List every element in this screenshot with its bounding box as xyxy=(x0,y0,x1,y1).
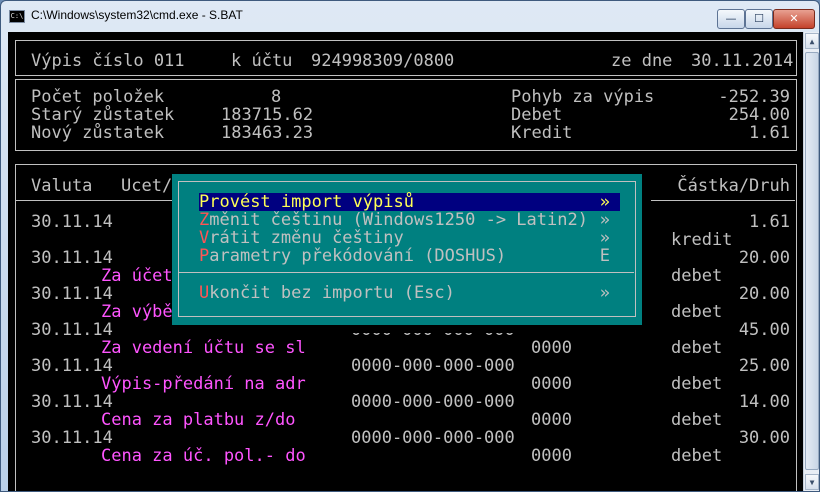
menu-item-label: rovést import výpisů xyxy=(209,192,414,212)
row-description: Cena za platbu z/do xyxy=(101,410,296,430)
row-account: 0000-000-000-000 xyxy=(351,392,515,412)
maximize-button[interactable]: ☐ xyxy=(745,9,773,29)
row-description: Cena za úč. pol.- do xyxy=(101,446,306,466)
row-date: 30.11.14 xyxy=(31,320,113,340)
cmd-app-icon[interactable]: C:\ xyxy=(9,10,25,23)
menu-item-shortcut: E xyxy=(599,246,610,266)
row-code: 0000 xyxy=(531,338,572,358)
row-amount: 20.00 xyxy=(738,248,790,268)
row-amount: 1.61 xyxy=(749,212,790,232)
row-type: debet xyxy=(671,410,723,430)
row-account: 0000-000-000-000 xyxy=(351,356,515,376)
console-area[interactable]: Výpis číslo 011 k účtu 924998309/0800 ze… xyxy=(8,32,803,491)
scrollbar-thumb[interactable] xyxy=(805,52,819,470)
menu-item-hotkey: P xyxy=(199,246,210,266)
row-date: 30.11.14 xyxy=(31,248,113,268)
scroll-down-icon[interactable]: ▼ xyxy=(805,474,819,490)
row-type: debet xyxy=(671,302,723,322)
row-type: debet xyxy=(671,446,723,466)
menu-item-encoding-parameters[interactable]: Parametry překódování (DOSHUS) E xyxy=(199,247,620,265)
menu-item-hotkey: P xyxy=(199,192,210,212)
row-amount: 30.00 xyxy=(738,428,790,448)
menu-item-label: rátit změnu češtiny xyxy=(209,228,404,248)
menu-separator xyxy=(178,272,634,273)
column-header-ucet: Ucet/ xyxy=(121,176,173,196)
row-date: 30.11.14 xyxy=(31,284,113,304)
row-code: 0000 xyxy=(531,374,572,394)
menu-item-label: měnit češtinu (Windows1250 -> Latin2) xyxy=(209,210,588,230)
statement-date: 30.11.2014 xyxy=(691,51,794,71)
scroll-up-icon[interactable]: ▲ xyxy=(805,33,819,49)
menu-item-label: končit bez importu (Esc) xyxy=(209,283,455,303)
close-button[interactable]: ✕ xyxy=(773,9,815,29)
row-description: Za výbě xyxy=(101,302,173,322)
column-header-amount: Částka/Druh xyxy=(677,176,790,196)
minimize-button[interactable]: — xyxy=(717,9,745,29)
menu-item-label: arametry překódování (DOSHUS) xyxy=(209,246,507,266)
submenu-arrow-icon: » xyxy=(599,283,610,303)
menu-item-change-encoding[interactable]: Změnit češtinu (Windows1250 -> Latin2) » xyxy=(199,211,620,229)
debit-label: Debet xyxy=(511,105,563,125)
account-number: 924998309/0800 xyxy=(311,51,455,71)
row-code: 0000 xyxy=(531,446,572,466)
row-description: Výpis-předání na adr xyxy=(101,374,306,394)
window-title: C:\Windows\system32\cmd.exe - S.BAT xyxy=(31,8,243,22)
old-balance-value: 183715.62 xyxy=(221,105,314,125)
row-date: 30.11.14 xyxy=(31,356,113,376)
row-type: kredit xyxy=(671,230,733,250)
row-account: 0000-000-000-000 xyxy=(351,428,515,448)
row-type: debet xyxy=(671,266,723,286)
statement-label: Výpis číslo 011 xyxy=(31,51,185,71)
movement-value: -252.39 xyxy=(718,87,790,107)
row-amount: 45.00 xyxy=(738,320,790,340)
row-date: 30.11.14 xyxy=(31,392,113,412)
account-label: k účtu xyxy=(231,51,293,71)
old-balance-label: Starý zůstatek xyxy=(31,105,175,125)
title-bar[interactable]: C:\ C:\Windows\system32\cmd.exe - S.BAT … xyxy=(1,1,819,31)
row-amount: 20.00 xyxy=(738,284,790,304)
count-value: 8 xyxy=(271,87,282,107)
console-window: C:\ C:\Windows\system32\cmd.exe - S.BAT … xyxy=(0,0,820,492)
new-balance-value: 183463.23 xyxy=(221,123,314,143)
submenu-arrow-icon: » xyxy=(599,210,610,230)
menu-item-exit[interactable]: Ukončit bez importu (Esc) » xyxy=(199,284,620,302)
movement-label: Pohyb za výpis xyxy=(511,87,655,107)
menu-item-hotkey: Z xyxy=(199,210,210,230)
submenu-arrow-icon: » xyxy=(599,192,610,212)
row-date: 30.11.14 xyxy=(31,212,113,232)
new-balance-label: Nový zůstatek xyxy=(31,123,165,143)
menu-item-hotkey: U xyxy=(199,283,210,303)
debit-value: 254.00 xyxy=(728,105,790,125)
row-code: 0000 xyxy=(531,410,572,430)
credit-label: Kredit xyxy=(511,123,573,143)
menu-shadow-bottom xyxy=(180,325,651,333)
row-amount: 25.00 xyxy=(738,356,790,376)
column-header-valuta: Valuta xyxy=(31,176,93,196)
menu-item-hotkey: V xyxy=(199,228,210,248)
count-label: Počet položek xyxy=(31,87,165,107)
menu-item-import[interactable]: Provést import výpisů » xyxy=(199,193,620,211)
row-type: debet xyxy=(671,374,723,394)
submenu-arrow-icon: » xyxy=(599,228,610,248)
menu-shadow-right xyxy=(642,182,651,333)
credit-value: 1.61 xyxy=(749,123,790,143)
vertical-scrollbar[interactable]: ▲ ▼ xyxy=(803,32,819,491)
row-description: Za účet xyxy=(101,266,173,286)
import-menu: Provést import výpisů » Změnit češtinu (W… xyxy=(172,174,642,325)
row-amount: 14.00 xyxy=(738,392,790,412)
menu-item-revert-encoding[interactable]: Vrátit změnu češtiny » xyxy=(199,229,620,247)
row-description: Za vedení účtu se sl xyxy=(101,338,306,358)
row-date: 30.11.14 xyxy=(31,428,113,448)
row-type: debet xyxy=(671,338,723,358)
date-label: ze dne xyxy=(611,51,673,71)
